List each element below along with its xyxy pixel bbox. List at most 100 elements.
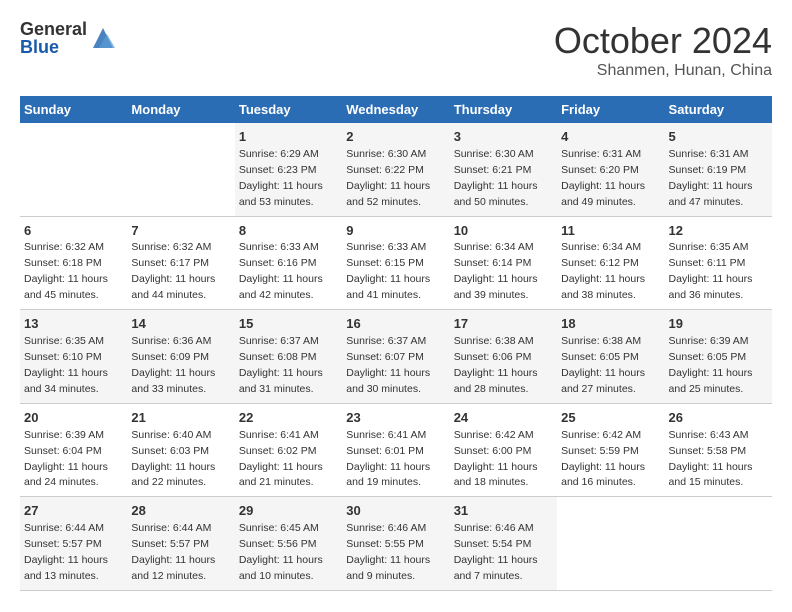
day-cell: 26Sunrise: 6:43 AMSunset: 5:58 PMDayligh…	[665, 403, 772, 497]
day-number: 31	[454, 502, 553, 521]
col-header-monday: Monday	[127, 96, 234, 123]
day-cell: 2Sunrise: 6:30 AMSunset: 6:22 PMDaylight…	[342, 123, 449, 216]
day-info: Sunrise: 6:44 AMSunset: 5:57 PMDaylight:…	[131, 522, 215, 582]
day-number: 27	[24, 502, 123, 521]
day-cell: 3Sunrise: 6:30 AMSunset: 6:21 PMDaylight…	[450, 123, 557, 216]
day-number: 30	[346, 502, 445, 521]
day-cell: 28Sunrise: 6:44 AMSunset: 5:57 PMDayligh…	[127, 497, 234, 591]
day-info: Sunrise: 6:34 AMSunset: 6:12 PMDaylight:…	[561, 241, 645, 301]
day-cell: 29Sunrise: 6:45 AMSunset: 5:56 PMDayligh…	[235, 497, 342, 591]
day-cell: 24Sunrise: 6:42 AMSunset: 6:00 PMDayligh…	[450, 403, 557, 497]
day-number: 19	[669, 315, 768, 334]
day-info: Sunrise: 6:34 AMSunset: 6:14 PMDaylight:…	[454, 241, 538, 301]
title-section: October 2024 Shanmen, Hunan, China	[554, 20, 772, 80]
day-cell	[557, 497, 664, 591]
day-info: Sunrise: 6:31 AMSunset: 6:20 PMDaylight:…	[561, 148, 645, 208]
day-number: 3	[454, 128, 553, 147]
day-cell: 8Sunrise: 6:33 AMSunset: 6:16 PMDaylight…	[235, 216, 342, 310]
day-number: 5	[669, 128, 768, 147]
day-cell: 22Sunrise: 6:41 AMSunset: 6:02 PMDayligh…	[235, 403, 342, 497]
week-row-1: 1Sunrise: 6:29 AMSunset: 6:23 PMDaylight…	[20, 123, 772, 216]
day-info: Sunrise: 6:35 AMSunset: 6:10 PMDaylight:…	[24, 335, 108, 395]
day-info: Sunrise: 6:45 AMSunset: 5:56 PMDaylight:…	[239, 522, 323, 582]
day-info: Sunrise: 6:42 AMSunset: 5:59 PMDaylight:…	[561, 429, 645, 489]
day-cell	[665, 497, 772, 591]
day-cell: 31Sunrise: 6:46 AMSunset: 5:54 PMDayligh…	[450, 497, 557, 591]
day-cell: 6Sunrise: 6:32 AMSunset: 6:18 PMDaylight…	[20, 216, 127, 310]
calendar-table: SundayMondayTuesdayWednesdayThursdayFrid…	[20, 96, 772, 591]
day-number: 17	[454, 315, 553, 334]
location: Shanmen, Hunan, China	[554, 62, 772, 80]
day-number: 8	[239, 222, 338, 241]
logo-icon	[89, 24, 117, 52]
day-info: Sunrise: 6:31 AMSunset: 6:19 PMDaylight:…	[669, 148, 753, 208]
day-number: 11	[561, 222, 660, 241]
day-info: Sunrise: 6:30 AMSunset: 6:21 PMDaylight:…	[454, 148, 538, 208]
day-cell: 1Sunrise: 6:29 AMSunset: 6:23 PMDaylight…	[235, 123, 342, 216]
day-number: 18	[561, 315, 660, 334]
day-number: 29	[239, 502, 338, 521]
day-info: Sunrise: 6:33 AMSunset: 6:16 PMDaylight:…	[239, 241, 323, 301]
day-number: 7	[131, 222, 230, 241]
day-info: Sunrise: 6:46 AMSunset: 5:55 PMDaylight:…	[346, 522, 430, 582]
day-info: Sunrise: 6:41 AMSunset: 6:01 PMDaylight:…	[346, 429, 430, 489]
day-info: Sunrise: 6:39 AMSunset: 6:04 PMDaylight:…	[24, 429, 108, 489]
day-number: 6	[24, 222, 123, 241]
month-title: October 2024	[554, 20, 772, 62]
day-info: Sunrise: 6:30 AMSunset: 6:22 PMDaylight:…	[346, 148, 430, 208]
day-info: Sunrise: 6:32 AMSunset: 6:17 PMDaylight:…	[131, 241, 215, 301]
day-cell: 17Sunrise: 6:38 AMSunset: 6:06 PMDayligh…	[450, 310, 557, 404]
day-cell: 14Sunrise: 6:36 AMSunset: 6:09 PMDayligh…	[127, 310, 234, 404]
day-info: Sunrise: 6:43 AMSunset: 5:58 PMDaylight:…	[669, 429, 753, 489]
day-number: 9	[346, 222, 445, 241]
logo-blue-text: Blue	[20, 38, 87, 56]
day-number: 10	[454, 222, 553, 241]
day-number: 15	[239, 315, 338, 334]
day-number: 16	[346, 315, 445, 334]
day-number: 26	[669, 409, 768, 428]
col-header-tuesday: Tuesday	[235, 96, 342, 123]
day-cell: 27Sunrise: 6:44 AMSunset: 5:57 PMDayligh…	[20, 497, 127, 591]
day-cell: 12Sunrise: 6:35 AMSunset: 6:11 PMDayligh…	[665, 216, 772, 310]
day-cell: 13Sunrise: 6:35 AMSunset: 6:10 PMDayligh…	[20, 310, 127, 404]
day-number: 1	[239, 128, 338, 147]
day-cell: 4Sunrise: 6:31 AMSunset: 6:20 PMDaylight…	[557, 123, 664, 216]
logo-general-text: General	[20, 20, 87, 38]
day-number: 23	[346, 409, 445, 428]
col-header-saturday: Saturday	[665, 96, 772, 123]
col-header-friday: Friday	[557, 96, 664, 123]
col-header-sunday: Sunday	[20, 96, 127, 123]
day-info: Sunrise: 6:35 AMSunset: 6:11 PMDaylight:…	[669, 241, 753, 301]
day-cell: 16Sunrise: 6:37 AMSunset: 6:07 PMDayligh…	[342, 310, 449, 404]
week-row-5: 27Sunrise: 6:44 AMSunset: 5:57 PMDayligh…	[20, 497, 772, 591]
day-cell: 19Sunrise: 6:39 AMSunset: 6:05 PMDayligh…	[665, 310, 772, 404]
day-info: Sunrise: 6:37 AMSunset: 6:07 PMDaylight:…	[346, 335, 430, 395]
day-info: Sunrise: 6:42 AMSunset: 6:00 PMDaylight:…	[454, 429, 538, 489]
day-info: Sunrise: 6:38 AMSunset: 6:06 PMDaylight:…	[454, 335, 538, 395]
day-cell: 23Sunrise: 6:41 AMSunset: 6:01 PMDayligh…	[342, 403, 449, 497]
day-cell	[20, 123, 127, 216]
day-number: 13	[24, 315, 123, 334]
day-info: Sunrise: 6:44 AMSunset: 5:57 PMDaylight:…	[24, 522, 108, 582]
day-info: Sunrise: 6:38 AMSunset: 6:05 PMDaylight:…	[561, 335, 645, 395]
day-number: 22	[239, 409, 338, 428]
day-cell: 9Sunrise: 6:33 AMSunset: 6:15 PMDaylight…	[342, 216, 449, 310]
week-row-2: 6Sunrise: 6:32 AMSunset: 6:18 PMDaylight…	[20, 216, 772, 310]
col-header-thursday: Thursday	[450, 96, 557, 123]
week-row-3: 13Sunrise: 6:35 AMSunset: 6:10 PMDayligh…	[20, 310, 772, 404]
day-number: 24	[454, 409, 553, 428]
col-header-wednesday: Wednesday	[342, 96, 449, 123]
day-info: Sunrise: 6:29 AMSunset: 6:23 PMDaylight:…	[239, 148, 323, 208]
day-number: 2	[346, 128, 445, 147]
day-number: 20	[24, 409, 123, 428]
day-info: Sunrise: 6:37 AMSunset: 6:08 PMDaylight:…	[239, 335, 323, 395]
day-number: 21	[131, 409, 230, 428]
day-number: 12	[669, 222, 768, 241]
day-info: Sunrise: 6:39 AMSunset: 6:05 PMDaylight:…	[669, 335, 753, 395]
day-number: 28	[131, 502, 230, 521]
day-cell: 7Sunrise: 6:32 AMSunset: 6:17 PMDaylight…	[127, 216, 234, 310]
header-row: SundayMondayTuesdayWednesdayThursdayFrid…	[20, 96, 772, 123]
day-cell: 20Sunrise: 6:39 AMSunset: 6:04 PMDayligh…	[20, 403, 127, 497]
day-cell: 10Sunrise: 6:34 AMSunset: 6:14 PMDayligh…	[450, 216, 557, 310]
day-number: 4	[561, 128, 660, 147]
